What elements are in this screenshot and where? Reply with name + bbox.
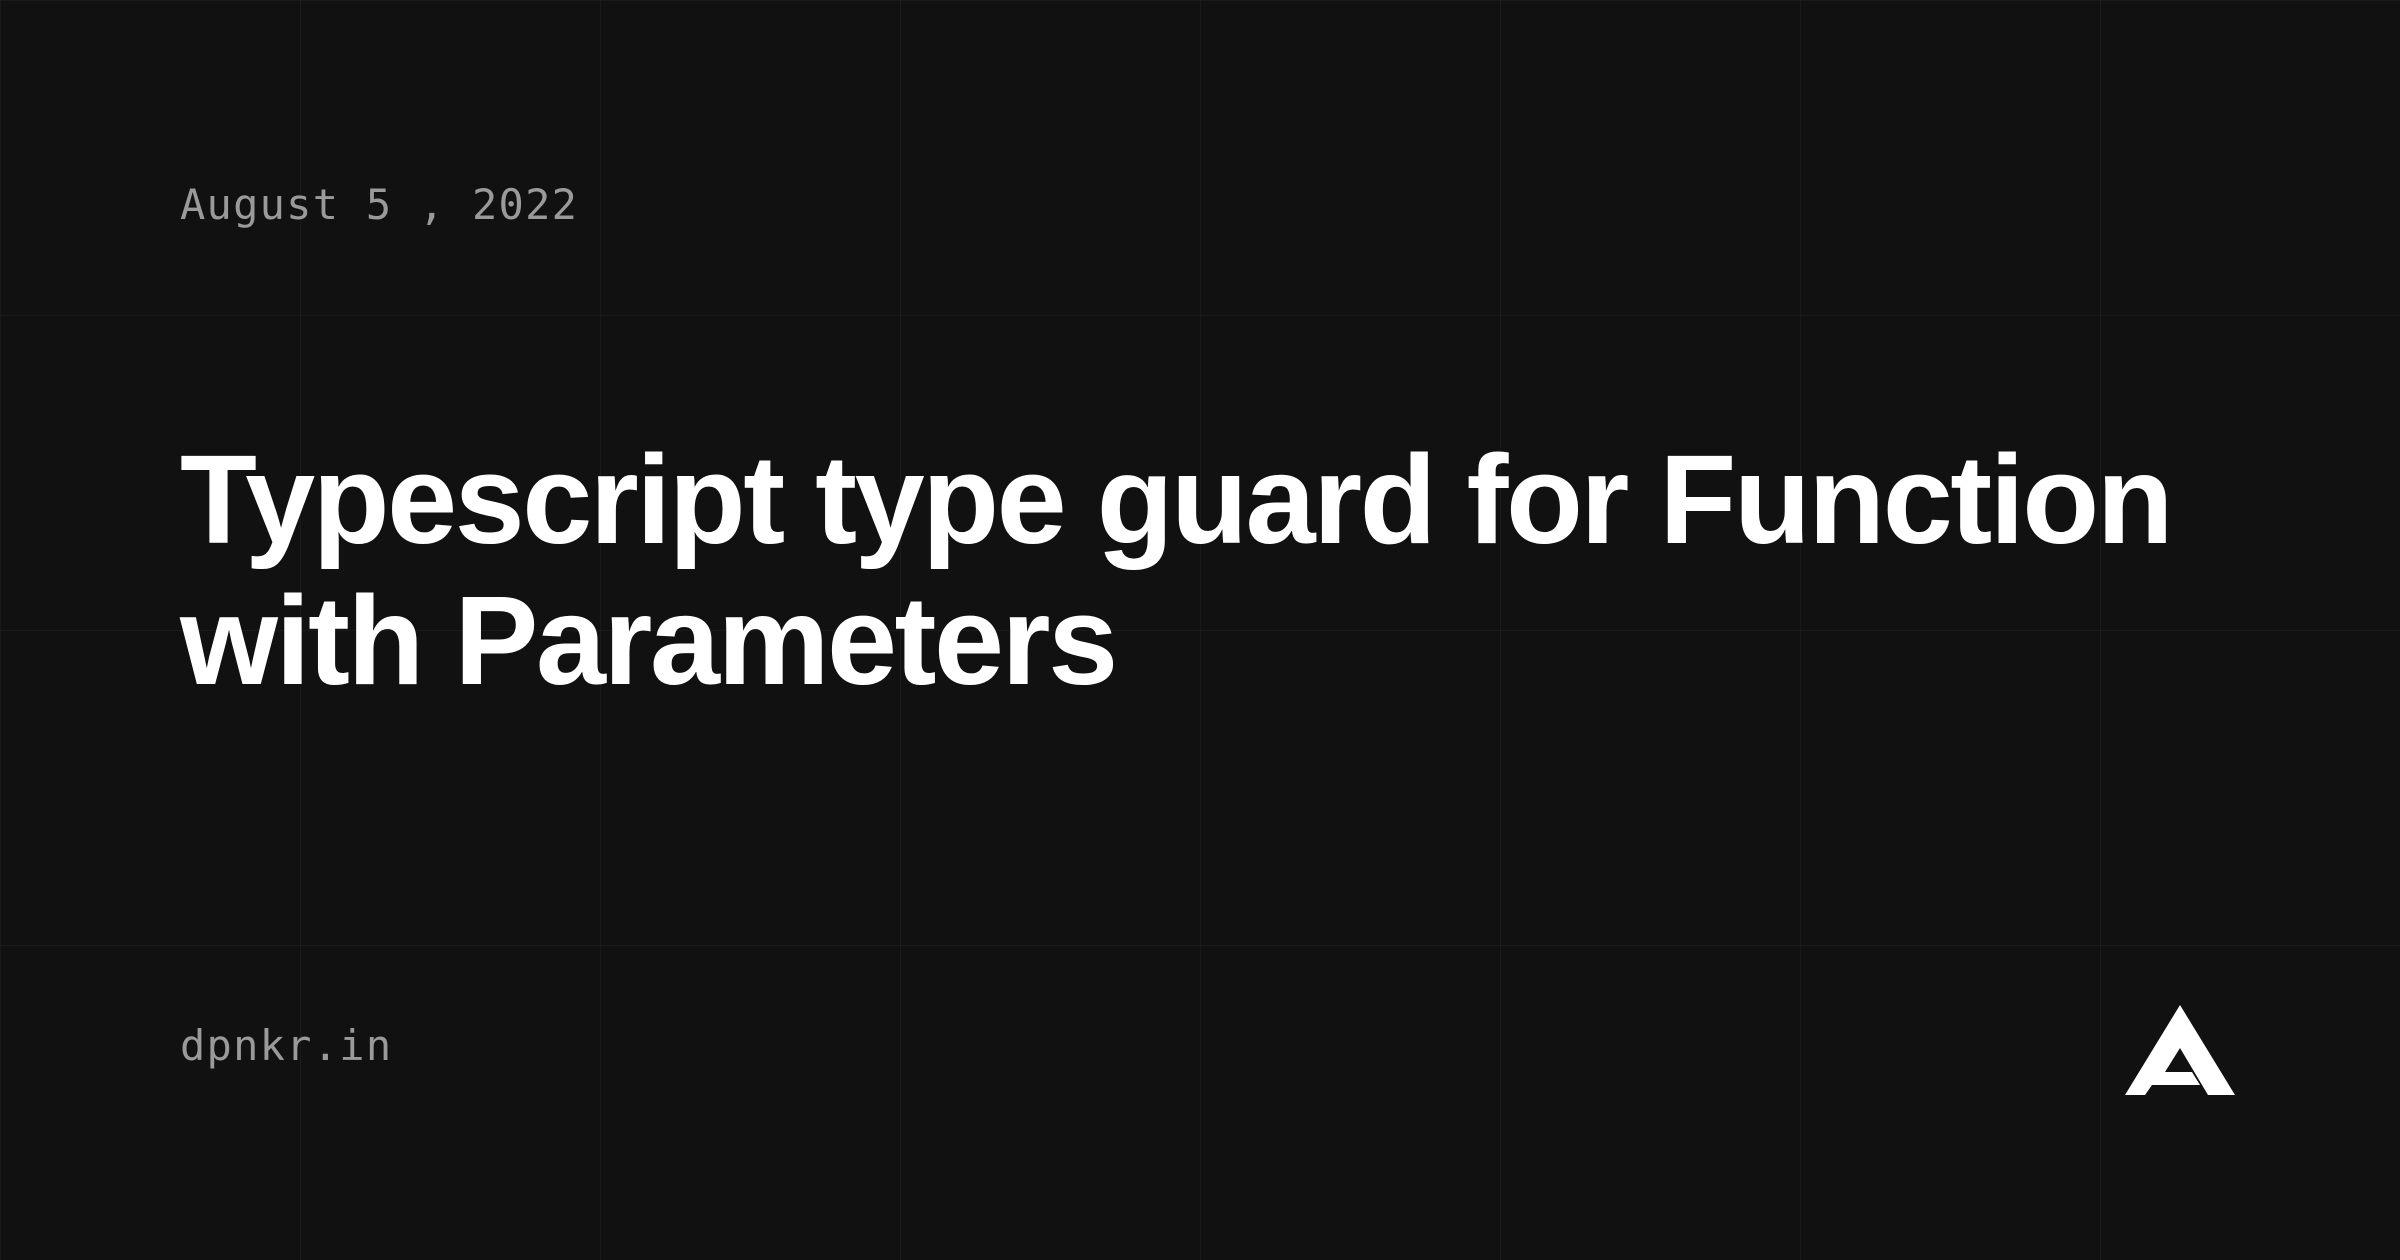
- post-date: August 5 , 2022: [180, 180, 2220, 229]
- site-domain: dpnkr.in: [180, 1021, 392, 1070]
- post-title: Typescript type guard for Function with …: [180, 429, 2220, 711]
- site-logo-icon: [2120, 1000, 2240, 1100]
- content-container: August 5 , 2022 Typescript type guard fo…: [0, 0, 2400, 1260]
